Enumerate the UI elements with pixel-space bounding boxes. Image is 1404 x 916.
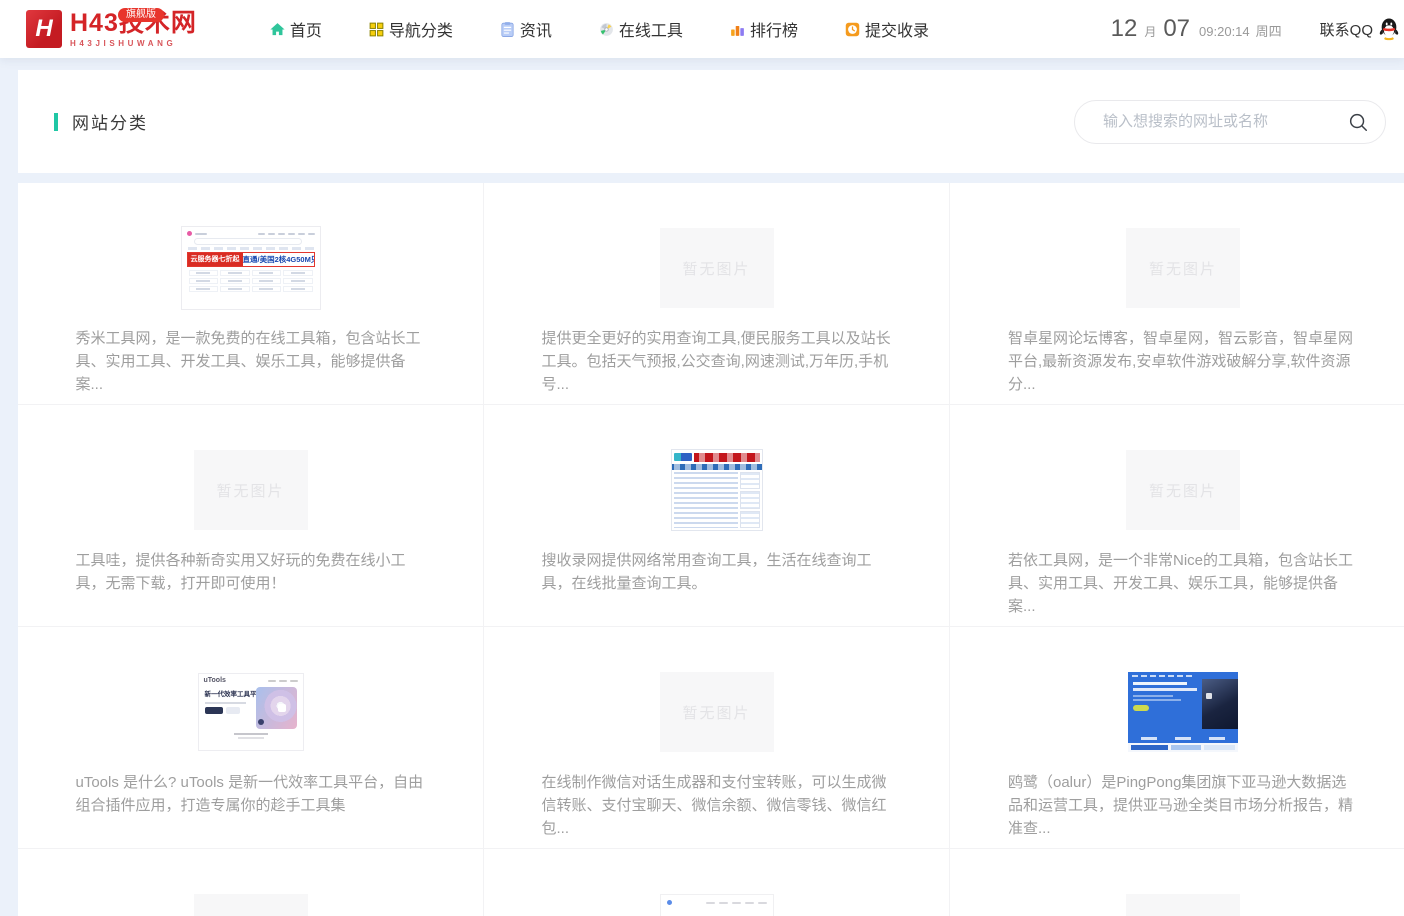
site-thumbnail [671,449,763,531]
site-logo[interactable]: H H43技术网 H43JISHUWANG 旗舰版 [0,10,197,48]
ranking-icon [729,21,746,38]
no-image-placeholder: 暂无图片 [1126,228,1240,308]
site-screenshot-xiumi: 云服务器七折起直通/美国2核4G50M只需19元/月 [181,226,321,310]
accent-bar [54,113,58,131]
site-description: 秀米工具网，是一款免费的在线工具箱，包含站长工具、实用工具、开发工具、娱乐工具，… [76,327,426,396]
header-right: 12 月 07 09:20:14 周四 联系QQ [1111,15,1404,43]
day-number: 07 [1163,15,1190,43]
site-card[interactable]: 搜收录网提供网络常用查询工具，生活在线查询工具，在线批量查询工具。 [484,405,950,627]
nav-item-online-tools[interactable]: 在线工具 [598,17,683,41]
cards-grid: 云服务器七折起直通/美国2核4G50M只需19元/月秀米工具网，是一款免费的在线… [18,183,1404,916]
nav-item-home[interactable]: 首页 [269,17,322,41]
site-card[interactable]: 暂无图片 [950,849,1404,916]
site-card[interactable]: 鸥鹭（oalur）是PingPong集团旗下亚马逊大数据选品和运营工具，提供亚马… [950,627,1404,849]
search-input[interactable] [1103,113,1347,130]
section-title: 网站分类 [54,109,148,134]
nav-label: 在线工具 [619,17,683,41]
site-thumbnail: 暂无图片 [1126,227,1240,309]
month-label: 月 [1144,23,1156,40]
nav-item-news[interactable]: 资讯 [499,17,552,41]
site-card[interactable]: 暂无图片 [18,849,484,916]
site-card[interactable]: 暂无图片智卓星网论坛博客，智卓星网，智云影音，智卓星网平台,最新资源发布,安卓软… [950,183,1404,405]
site-thumbnail: 暂无图片 [660,671,774,753]
nav-item-ranking[interactable]: 排行榜 [729,17,798,41]
site-card[interactable]: uTools新一代效率工具平台 uTools 是什么? uTools 是新一代效率… [18,627,484,849]
logo-mark-icon: H [26,10,62,48]
contact-label: 联系QQ [1320,19,1373,40]
top-header: H H43技术网 H43JISHUWANG 旗舰版 首页 导航分类 资讯 在线工… [0,0,1404,58]
section-title-text: 网站分类 [72,109,148,134]
weekday: 周四 [1256,21,1282,40]
site-description: 智卓星网论坛博客，智卓星网，智云影音，智卓星网平台,最新资源发布,安卓软件游戏破… [1008,327,1358,396]
site-description: 搜收录网提供网络常用查询工具，生活在线查询工具，在线批量查询工具。 [542,549,892,595]
datetime-display: 12 月 07 09:20:14 周四 [1111,15,1282,43]
site-card[interactable]: 暂无图片工具哇，提供各种新奇实用又好玩的免费在线小工具，无需下载，打开即可使用！ [18,405,484,627]
site-screenshot-utools: uTools新一代效率工具平台 [198,673,304,751]
site-thumbnail: 暂无图片 [194,893,308,916]
site-thumbnail [660,893,774,916]
category-panel: 网站分类 [18,70,1404,173]
nav-label: 首页 [290,17,322,41]
nav-label: 排行榜 [750,17,798,41]
no-image-placeholder: 暂无图片 [1126,894,1240,916]
home-icon [269,21,286,38]
nav-label: 资讯 [520,17,552,41]
site-search [1074,100,1386,144]
tools-icon [598,21,615,38]
no-image-placeholder: 暂无图片 [660,228,774,308]
site-card[interactable]: 云服务器七折起直通/美国2核4G50M只需19元/月秀米工具网，是一款免费的在线… [18,183,484,405]
site-thumbnail: 暂无图片 [1126,449,1240,531]
no-image-placeholder: 暂无图片 [194,450,308,530]
site-thumbnail: 暂无图片 [660,227,774,309]
contact-qq-link[interactable]: 联系QQ [1320,17,1400,41]
site-thumbnail [1128,671,1238,753]
site-card[interactable]: 暂无图片在线制作微信对话生成器和支付宝转账，可以生成微信转账、支付宝聊天、微信余… [484,627,950,849]
submit-icon [844,21,861,38]
nav-label: 导航分类 [389,17,453,41]
logo-subtitle: H43JISHUWANG [70,39,197,48]
site-thumbnail: uTools新一代效率工具平台 [198,671,304,753]
search-button[interactable] [1347,110,1371,134]
nav-item-submit[interactable]: 提交收录 [844,17,929,41]
nav-item-categories[interactable]: 导航分类 [368,17,453,41]
site-screenshot-partial [660,894,774,916]
flagship-badge: 旗舰版 [118,8,164,22]
month-number: 12 [1111,15,1138,43]
site-card[interactable] [484,849,950,916]
clock-time: 09:20:14 [1199,24,1250,39]
site-thumbnail: 云服务器七折起直通/美国2核4G50M只需19元/月 [181,227,321,309]
site-screenshot-oalur [1128,672,1238,752]
news-icon [499,21,516,38]
site-description: 提供更全更好的实用查询工具,便民服务工具以及站长工具。包括天气预报,公交查询,网… [542,327,892,396]
site-thumbnail: 暂无图片 [194,449,308,531]
site-thumbnail: 暂无图片 [1126,893,1240,916]
no-image-placeholder: 暂无图片 [660,672,774,752]
site-description: 工具哇，提供各种新奇实用又好玩的免费在线小工具，无需下载，打开即可使用！ [76,549,426,595]
nav-label: 提交收录 [865,17,929,41]
site-card[interactable]: 暂无图片提供更全更好的实用查询工具,便民服务工具以及站长工具。包括天气预报,公交… [484,183,950,405]
site-description: uTools 是什么? uTools 是新一代效率工具平台，自由组合插件应用，打… [76,771,426,817]
no-image-placeholder: 暂无图片 [194,894,308,916]
grid-icon [368,21,385,38]
qq-icon [1378,17,1400,41]
site-description: 在线制作微信对话生成器和支付宝转账，可以生成微信转账、支付宝聊天、微信余额、微信… [542,771,892,840]
main-nav: 首页 导航分类 资讯 在线工具 排行榜 提交收录 [269,17,929,41]
site-card[interactable]: 暂无图片若依工具网，是一个非常Nice的工具箱，包含站长工具、实用工具、开发工具… [950,405,1404,627]
site-screenshot-soshoulu [671,449,763,531]
site-description: 鸥鹭（oalur）是PingPong集团旗下亚马逊大数据选品和运营工具，提供亚马… [1008,771,1358,840]
site-description: 若依工具网，是一个非常Nice的工具箱，包含站长工具、实用工具、开发工具、娱乐工… [1008,549,1358,618]
no-image-placeholder: 暂无图片 [1126,450,1240,530]
search-icon [1347,111,1371,133]
